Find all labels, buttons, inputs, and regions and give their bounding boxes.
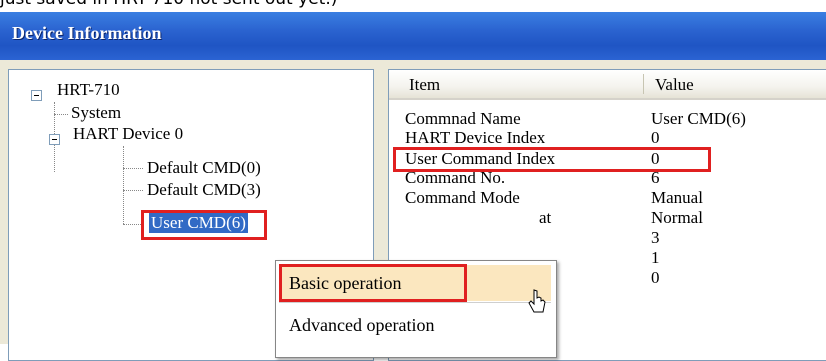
tree-node-default-cmd-3[interactable]: Default CMD(3) <box>147 180 261 200</box>
window-title: Device Information <box>12 23 162 43</box>
tree-node-system[interactable]: System <box>71 103 121 123</box>
column-divider[interactable] <box>643 74 644 94</box>
row-value: 0 <box>651 128 660 147</box>
menu-divider <box>279 302 551 303</box>
menu-item-advanced-operation[interactable]: Advanced operation <box>279 307 551 343</box>
row-value: Normal <box>651 208 703 227</box>
row-item: Commnad Name <box>405 109 521 128</box>
tree-connector <box>123 146 124 224</box>
highlight-box-user-command-index <box>393 147 711 172</box>
tree-node-hart-device[interactable]: HART Device 0 <box>73 124 183 144</box>
row-value: 1 <box>651 248 660 267</box>
row-value: User CMD(6) <box>651 109 746 128</box>
row-value: 3 <box>651 228 660 247</box>
tree-connector <box>123 190 143 191</box>
row-value: 0 <box>651 268 660 287</box>
highlight-box-user-cmd <box>141 210 267 240</box>
title-bar[interactable]: Device Information <box>0 12 826 60</box>
list-row[interactable]: HART Device Index 0 <box>389 129 826 147</box>
context-menu: Basic operation Advanced operation <box>275 260 557 358</box>
device-information-window: Device Information HRT-710 System HART D… <box>0 12 826 361</box>
row-item: HART Device Index <box>405 128 546 147</box>
tree-node-root[interactable]: HRT-710 <box>57 80 120 100</box>
row-item: Command Mode <box>405 188 520 207</box>
tree-connector <box>123 224 143 225</box>
tree-node-default-cmd-0[interactable]: Default CMD(0) <box>147 158 261 178</box>
column-header-value[interactable]: Value <box>655 75 694 95</box>
list-row[interactable]: at Normal <box>389 209 826 227</box>
tree-connector <box>123 168 143 169</box>
list-row[interactable]: Commnad Name User CMD(6) <box>389 110 826 128</box>
page-caption: just saved in HRT-710 not sent out yet.) <box>0 0 826 11</box>
collapse-root-icon[interactable] <box>31 90 42 101</box>
collapse-device-icon[interactable] <box>49 134 60 145</box>
row-value: Manual <box>651 188 703 207</box>
list-row[interactable]: Command Mode Manual <box>389 189 826 207</box>
list-row[interactable]: 3 <box>389 229 826 247</box>
mouse-pointer-icon <box>528 289 546 313</box>
highlight-box-basic-operation <box>279 264 467 302</box>
row-item: at <box>539 208 552 227</box>
column-header-item[interactable]: Item <box>409 75 440 95</box>
list-header: Item Value <box>389 70 826 100</box>
tree-connector <box>54 114 68 115</box>
